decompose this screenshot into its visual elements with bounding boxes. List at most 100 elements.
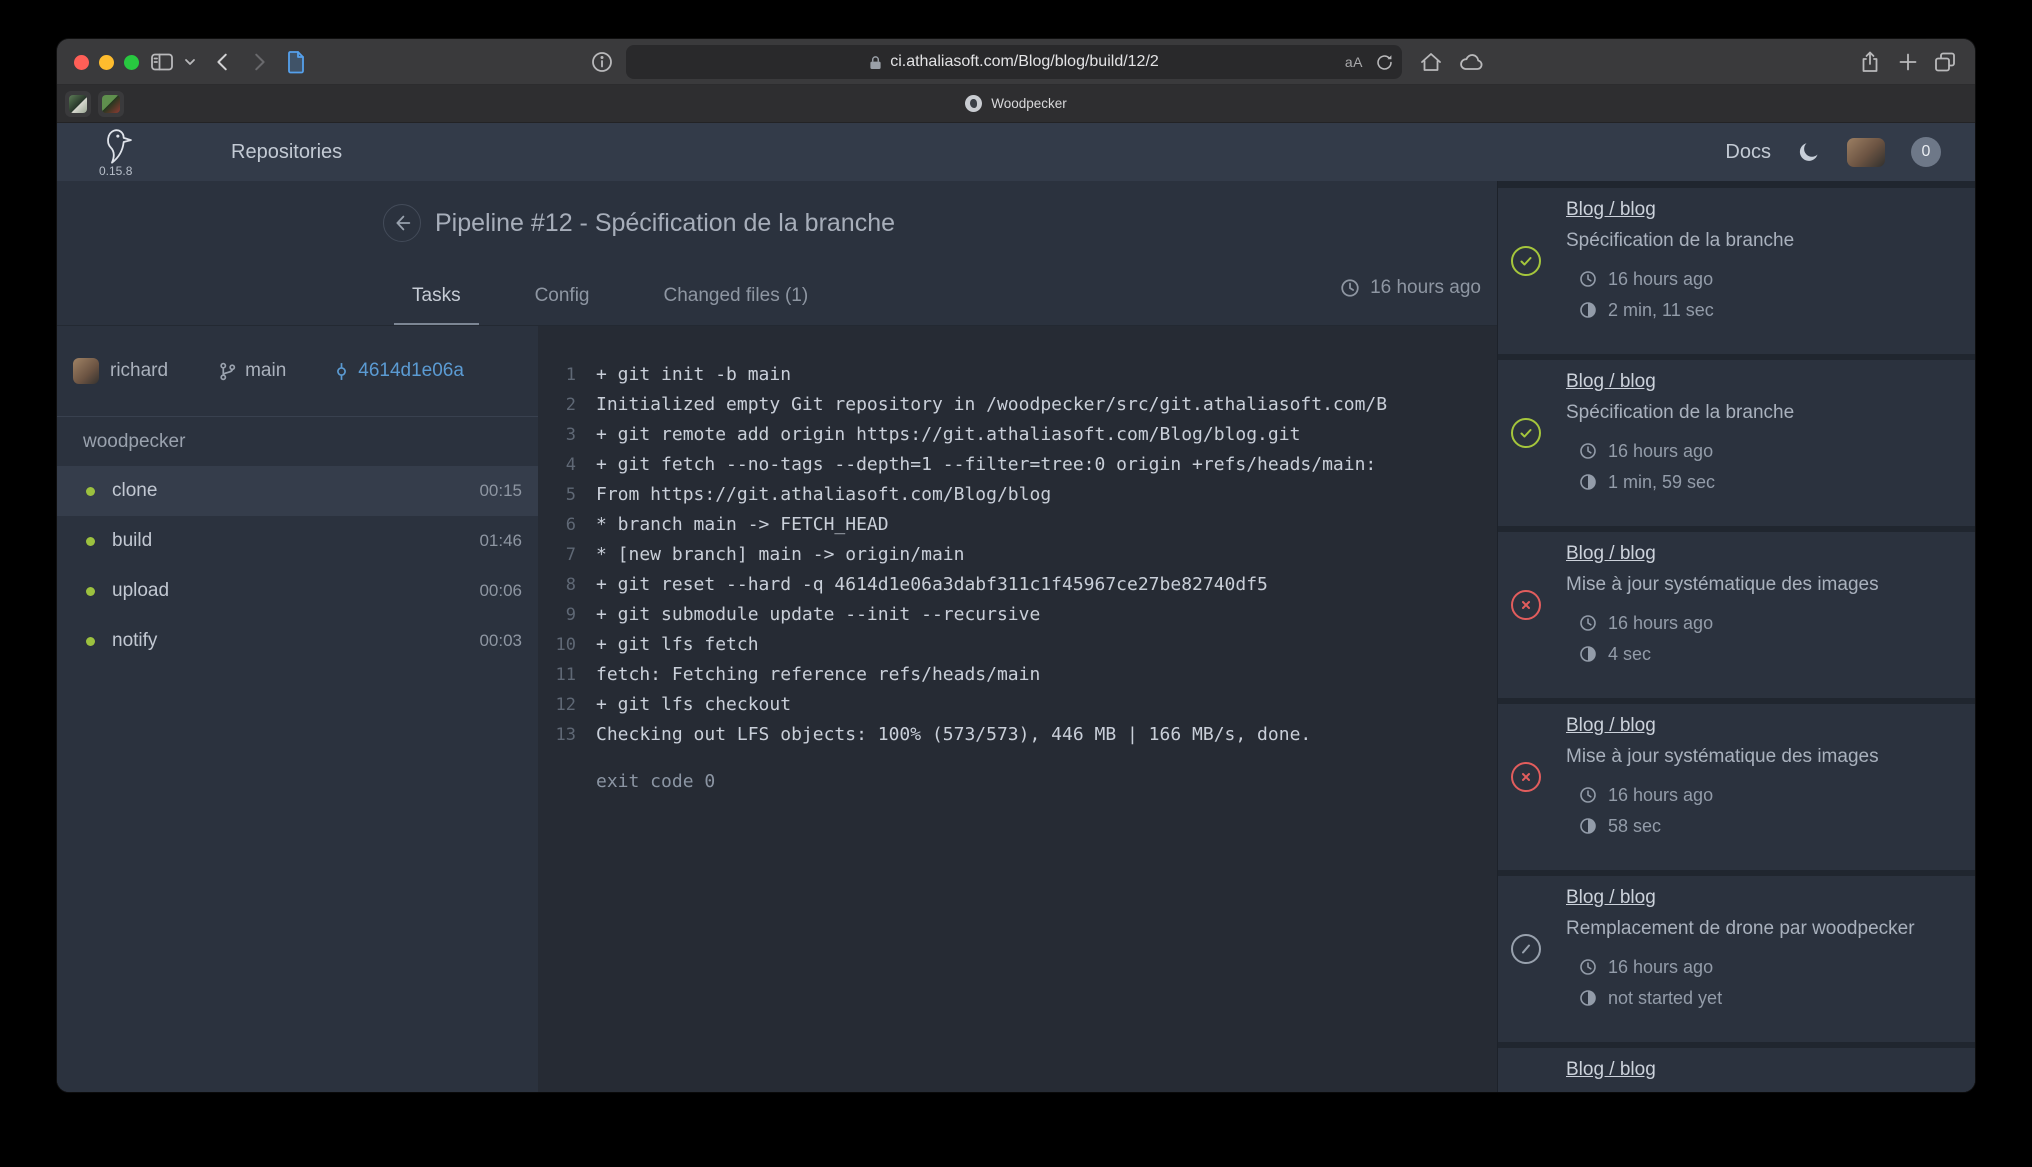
build-list-item[interactable]: Blog / blog	[1498, 1048, 1975, 1092]
duration-icon	[1579, 301, 1597, 319]
builds-sidebar: Blog / blog Spécification de la branche …	[1497, 181, 1975, 1092]
pinned-tab-favicon	[102, 95, 120, 113]
close-window-button[interactable]	[74, 55, 89, 70]
tab-changed-files[interactable]: Changed files (1)	[646, 285, 827, 325]
home-icon[interactable]	[1419, 39, 1443, 85]
exit-code-label: exit code 0	[538, 767, 1497, 797]
commit-sha-link[interactable]: 4614d1e06a	[358, 360, 464, 382]
build-repo-link[interactable]: Blog / blog	[1566, 542, 1656, 566]
info-icon[interactable]	[591, 39, 613, 85]
pipeline-header: Pipeline #12 - Spécification de la branc…	[57, 181, 1497, 326]
active-tab[interactable]: Woodpecker	[965, 95, 1067, 112]
build-duration: 2 min, 11 sec	[1608, 299, 1714, 321]
step-build[interactable]: build 01:46	[57, 516, 538, 566]
notification-badge[interactable]: 0	[1911, 137, 1941, 167]
workflow-name: woodpecker	[57, 417, 538, 466]
build-time: 16 hours ago	[1608, 784, 1713, 806]
new-tab-icon[interactable]	[1898, 39, 1918, 85]
build-list-item[interactable]: Blog / blog Remplacement de drone par wo…	[1498, 876, 1975, 1042]
duration-icon	[1579, 989, 1597, 1007]
build-time: 16 hours ago	[1608, 268, 1713, 290]
step-status-dot	[86, 537, 95, 546]
browser-tab-bar: Woodpecker	[57, 85, 1975, 123]
duration-icon	[1579, 473, 1597, 491]
sidebar-toggle-icon[interactable]	[150, 39, 174, 85]
branch-name: main	[245, 360, 286, 382]
log-line: 1+ git init -b main	[538, 360, 1497, 390]
version-label: 0.15.8	[99, 164, 132, 178]
woodpecker-logo[interactable]	[97, 128, 136, 164]
build-message: Mise à jour systématique des images	[1566, 573, 1965, 597]
step-notify[interactable]: notify 00:03	[57, 616, 538, 666]
log-line: 10+ git lfs fetch	[538, 630, 1497, 660]
build-message: Mise à jour systématique des images	[1566, 745, 1965, 769]
back-arrow-button[interactable]	[383, 204, 421, 242]
dark-mode-toggle-icon[interactable]	[1797, 140, 1821, 164]
clock-icon	[1579, 442, 1597, 460]
build-repo-link[interactable]: Blog / blog	[1566, 198, 1656, 222]
commit-author: richard	[110, 360, 168, 382]
commit-meta-row: richard main 4614d1e06a	[57, 326, 538, 417]
log-output: 1+ git init -b main 2Initialized empty G…	[538, 326, 1497, 1092]
build-message: Spécification de la branche	[1566, 229, 1965, 253]
step-status-dot	[86, 487, 95, 496]
build-message: Spécification de la branche	[1566, 401, 1965, 425]
minimize-window-button[interactable]	[99, 55, 114, 70]
log-line: 13Checking out LFS objects: 100% (573/57…	[538, 720, 1497, 750]
author-avatar	[73, 358, 99, 384]
step-clone[interactable]: clone 00:15	[57, 466, 538, 516]
build-time: 16 hours ago	[1608, 612, 1713, 634]
traffic-lights	[74, 39, 139, 85]
duration-icon	[1579, 817, 1597, 835]
nav-docs-link[interactable]: Docs	[1725, 141, 1771, 164]
log-line: 5From https://git.athaliasoft.com/Blog/b…	[538, 480, 1497, 510]
build-list-item[interactable]: Blog / blog Mise à jour systématique des…	[1498, 532, 1975, 698]
commit-branch: main	[218, 360, 286, 382]
tab-title: Woodpecker	[991, 96, 1067, 111]
pinned-tab-1[interactable]	[65, 91, 91, 117]
build-duration: not started yet	[1608, 987, 1722, 1009]
time-ago-label: 16 hours ago	[1370, 277, 1481, 299]
build-list-item[interactable]: Blog / blog Spécification de la branche …	[1498, 360, 1975, 526]
extension-icon[interactable]	[285, 39, 307, 85]
share-icon[interactable]	[1859, 39, 1881, 85]
pipeline-tabs: Tasks Config Changed files (1)	[394, 285, 826, 325]
tab-overview-icon[interactable]	[1933, 39, 1957, 85]
reload-icon[interactable]	[1375, 53, 1394, 72]
build-list-item[interactable]: Blog / blog Mise à jour systématique des…	[1498, 704, 1975, 870]
duration-icon	[1579, 645, 1597, 663]
pinned-tab-favicon	[69, 95, 87, 113]
build-status-failure-icon	[1511, 590, 1541, 620]
build-repo-link[interactable]: Blog / blog	[1566, 886, 1656, 910]
build-list-item[interactable]: Blog / blog Spécification de la branche …	[1498, 188, 1975, 354]
zoom-window-button[interactable]	[124, 55, 139, 70]
tab-tasks[interactable]: Tasks	[394, 285, 479, 325]
step-upload[interactable]: upload 00:06	[57, 566, 538, 616]
back-button[interactable]	[212, 39, 234, 85]
clock-icon	[1579, 958, 1597, 976]
log-line: 12+ git lfs checkout	[538, 690, 1497, 720]
nav-repositories-link[interactable]: Repositories	[231, 123, 342, 181]
build-duration: 4 sec	[1608, 643, 1651, 665]
step-status-dot	[86, 637, 95, 646]
build-repo-link[interactable]: Blog / blog	[1566, 370, 1656, 394]
url-text: ci.athaliasoft.com/Blog/blog/build/12/2	[890, 53, 1159, 71]
log-line: 3+ git remote add origin https://git.ath…	[538, 420, 1497, 450]
chevron-down-icon[interactable]	[184, 39, 196, 85]
step-status-dot	[86, 587, 95, 596]
desktop-background: ci.athaliasoft.com/Blog/blog/build/12/2 …	[0, 0, 2032, 1167]
safari-window: ci.athaliasoft.com/Blog/blog/build/12/2 …	[57, 39, 1975, 1092]
log-line: 11fetch: Fetching reference refs/heads/m…	[538, 660, 1497, 690]
address-bar[interactable]: ci.athaliasoft.com/Blog/blog/build/12/2 …	[626, 45, 1402, 79]
clock-icon	[1579, 786, 1597, 804]
pinned-tab-2[interactable]	[98, 91, 124, 117]
build-repo-link[interactable]: Blog / blog	[1566, 714, 1656, 738]
build-repo-link[interactable]: Blog / blog	[1566, 1058, 1656, 1082]
tab-config[interactable]: Config	[517, 285, 608, 325]
user-avatar[interactable]	[1847, 138, 1885, 167]
reader-options-icon[interactable]: aA	[1345, 54, 1363, 70]
commit-sha-group: 4614d1e06a	[332, 360, 464, 382]
cloud-icon[interactable]	[1459, 39, 1485, 85]
build-status-skipped-icon	[1511, 934, 1541, 964]
forward-button[interactable]	[248, 39, 270, 85]
